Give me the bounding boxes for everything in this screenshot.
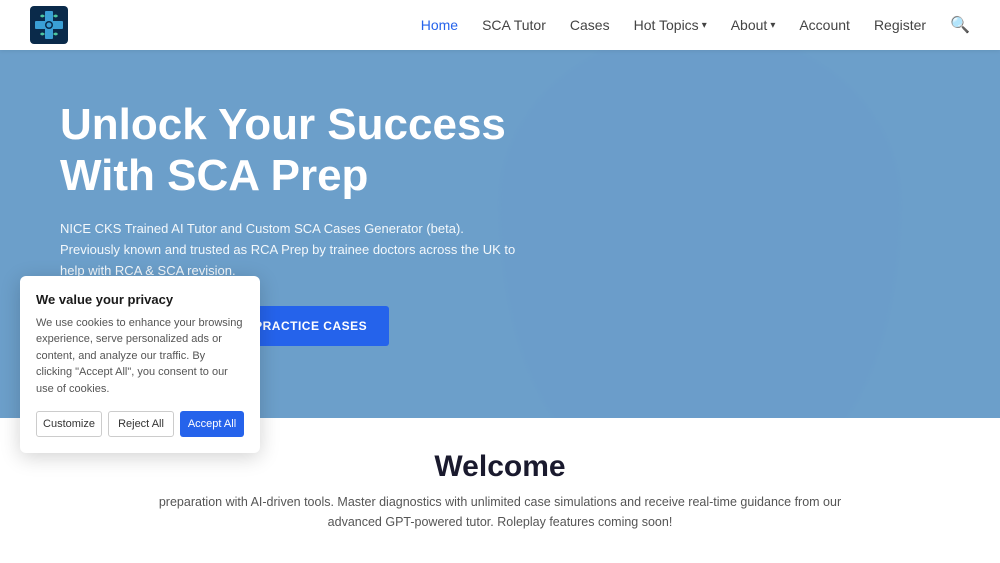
nav-register[interactable]: Register [874, 17, 926, 33]
reject-all-button[interactable]: Reject All [108, 411, 174, 437]
logo-icon [30, 6, 68, 44]
nav-hot-topics[interactable]: Hot Topics ▾ [634, 17, 707, 33]
logo[interactable] [30, 6, 68, 44]
nav-about[interactable]: About ▾ [731, 17, 776, 33]
welcome-text: preparation with AI-driven tools. Master… [150, 492, 850, 532]
nav-home[interactable]: Home [421, 17, 458, 33]
accept-all-button[interactable]: Accept All [180, 411, 244, 437]
search-icon[interactable]: 🔍 [950, 15, 970, 35]
nav-cases[interactable]: Cases [570, 17, 610, 33]
about-chevron-icon: ▾ [770, 20, 775, 31]
cookie-title: We value your privacy [36, 292, 244, 307]
cookie-banner: We value your privacy We use cookies to … [20, 276, 260, 454]
navbar: Home SCA Tutor Cases Hot Topics ▾ About … [0, 0, 1000, 50]
hero-title: Unlock Your Success With SCA Prep [60, 100, 540, 201]
hot-topics-chevron-icon: ▾ [702, 20, 707, 31]
nav-account[interactable]: Account [799, 17, 850, 33]
nav-sca-tutor[interactable]: SCA Tutor [482, 17, 546, 33]
welcome-title: Welcome [434, 450, 565, 484]
customize-button[interactable]: Customize [36, 411, 102, 437]
nav-menu: Home SCA Tutor Cases Hot Topics ▾ About … [421, 15, 970, 35]
cookie-buttons: Customize Reject All Accept All [36, 411, 244, 437]
cookie-text: We use cookies to enhance your browsing … [36, 315, 244, 398]
hero-subtitle: NICE CKS Trained AI Tutor and Custom SCA… [60, 219, 540, 281]
